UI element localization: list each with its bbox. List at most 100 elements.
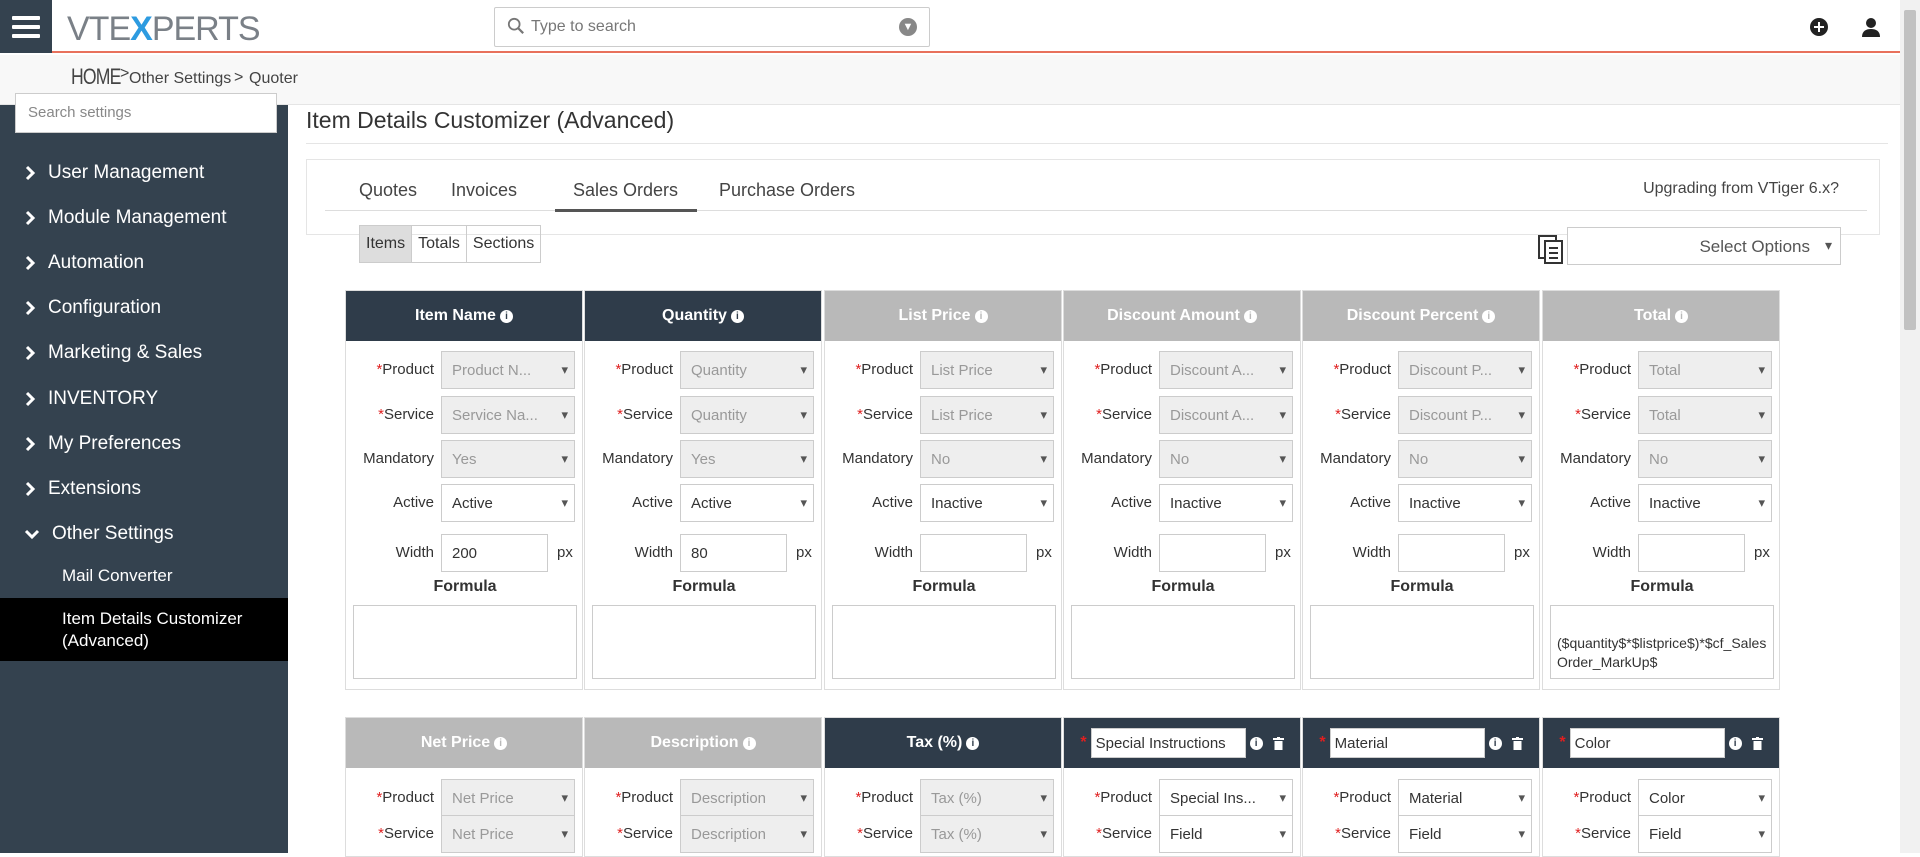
sidebar-item-extensions[interactable]: Extensions: [24, 478, 141, 500]
tab-quotes[interactable]: Quotes: [359, 180, 417, 201]
product-select[interactable]: Product N...: [441, 351, 575, 389]
product-select[interactable]: Material: [1398, 779, 1532, 817]
product-select[interactable]: Net Price: [441, 779, 575, 817]
sidebar-item-my-preferences[interactable]: My Preferences: [24, 433, 181, 455]
info-icon[interactable]: i: [974, 309, 988, 323]
page-scrollbar[interactable]: [1900, 0, 1920, 853]
info-icon[interactable]: i: [1488, 736, 1502, 750]
product-select[interactable]: Discount A...: [1159, 351, 1293, 389]
service-select[interactable]: Discount P...: [1398, 396, 1532, 434]
vtexperts-logo[interactable]: VTEXPERTS: [67, 10, 261, 49]
product-select[interactable]: Color: [1638, 779, 1772, 817]
info-icon[interactable]: i: [1728, 736, 1742, 750]
select-options-dropdown[interactable]: Select Options: [1567, 227, 1841, 265]
mandatory-select[interactable]: Yes: [680, 440, 814, 478]
active-select[interactable]: Active: [680, 484, 814, 522]
sidebar-item-other-settings[interactable]: Other Settings: [24, 523, 173, 545]
width-input[interactable]: [1638, 534, 1745, 572]
service-select[interactable]: Field: [1638, 815, 1772, 853]
product-select[interactable]: Description: [680, 779, 814, 817]
settings-search-input[interactable]: Search settings: [15, 93, 277, 133]
sidebar-item-marketing-sales[interactable]: Marketing & Sales: [24, 342, 202, 364]
sidebar-item-module-management[interactable]: Module Management: [24, 207, 227, 229]
segment-items[interactable]: Items: [360, 226, 413, 262]
trash-icon[interactable]: [1272, 736, 1284, 750]
active-select[interactable]: Inactive: [920, 484, 1054, 522]
active-select[interactable]: Active: [441, 484, 575, 522]
active-select[interactable]: Inactive: [1159, 484, 1293, 522]
sidebar-item-configuration[interactable]: Configuration: [24, 297, 161, 319]
info-icon[interactable]: i: [1249, 736, 1263, 750]
info-icon[interactable]: i: [1482, 309, 1496, 323]
trash-icon[interactable]: [1751, 736, 1763, 750]
service-select[interactable]: Quantity: [680, 396, 814, 434]
product-select[interactable]: Tax (%): [920, 779, 1054, 817]
custom-field-name-input[interactable]: Color: [1569, 728, 1725, 758]
info-icon[interactable]: i: [494, 736, 508, 750]
segment-sections[interactable]: Sections: [467, 226, 540, 262]
formula-textarea[interactable]: [832, 605, 1056, 679]
scrollbar-thumb[interactable]: [1904, 10, 1916, 330]
segment-totals[interactable]: Totals: [412, 226, 467, 262]
width-input[interactable]: 80: [680, 534, 787, 572]
product-select[interactable]: Quantity: [680, 351, 814, 389]
add-icon[interactable]: [1808, 16, 1830, 38]
service-select[interactable]: Description: [680, 815, 814, 853]
service-select[interactable]: Tax (%): [920, 815, 1054, 853]
service-select[interactable]: Discount A...: [1159, 396, 1293, 434]
formula-textarea[interactable]: [1310, 605, 1534, 679]
service-select[interactable]: Field: [1159, 815, 1293, 853]
product-select[interactable]: List Price: [920, 351, 1054, 389]
width-input[interactable]: [1398, 534, 1505, 572]
tab-purchase-orders[interactable]: Purchase Orders: [719, 180, 855, 201]
product-select[interactable]: Discount P...: [1398, 351, 1532, 389]
upgrade-link[interactable]: Upgrading from VTiger 6.x?: [1643, 180, 1839, 198]
service-select[interactable]: Service Na...: [441, 396, 575, 434]
width-input[interactable]: 200: [441, 534, 548, 572]
sidebar-item-user-management[interactable]: User Management: [24, 162, 204, 184]
sidebar-item-inventory[interactable]: INVENTORY: [24, 388, 158, 410]
active-select[interactable]: Inactive: [1638, 484, 1772, 522]
service-select[interactable]: Net Price: [441, 815, 575, 853]
info-icon[interactable]: i: [1243, 309, 1257, 323]
info-icon[interactable]: i: [742, 736, 756, 750]
mandatory-select[interactable]: No: [1638, 440, 1772, 478]
mandatory-select[interactable]: Yes: [441, 440, 575, 478]
product-select[interactable]: Special Ins...: [1159, 779, 1293, 817]
info-icon[interactable]: i: [730, 309, 744, 323]
sidebar-item-automation[interactable]: Automation: [24, 252, 144, 274]
menu-toggle-button[interactable]: [0, 0, 52, 53]
trash-icon[interactable]: [1511, 736, 1523, 750]
breadcrumb-home[interactable]: HOME: [71, 64, 121, 90]
info-icon[interactable]: i: [499, 309, 513, 323]
info-icon[interactable]: i: [1675, 309, 1689, 323]
tab-sales-orders[interactable]: Sales Orders: [573, 180, 678, 201]
breadcrumb-other-settings[interactable]: Other Settings: [129, 70, 231, 88]
formula-textarea[interactable]: [592, 605, 816, 679]
tab-invoices[interactable]: Invoices: [451, 180, 517, 201]
global-search-input[interactable]: Type to search ▼: [494, 7, 930, 47]
active-select[interactable]: Inactive: [1398, 484, 1532, 522]
width-input[interactable]: [1159, 534, 1266, 572]
mandatory-select[interactable]: No: [1398, 440, 1532, 478]
mandatory-select[interactable]: No: [920, 440, 1054, 478]
service-select[interactable]: Total: [1638, 396, 1772, 434]
custom-field-name-input[interactable]: Material: [1329, 728, 1485, 758]
user-icon[interactable]: [1860, 16, 1882, 38]
width-input[interactable]: [920, 534, 1027, 572]
sidebar-subitem-item-details-customizer[interactable]: Item Details Customizer (Advanced): [62, 608, 272, 652]
custom-field-name-input[interactable]: Special Instructions: [1090, 728, 1246, 758]
product-select[interactable]: Total: [1638, 351, 1772, 389]
search-options-chevron-icon[interactable]: ▼: [899, 18, 917, 36]
mandatory-select[interactable]: No: [1159, 440, 1293, 478]
formula-textarea[interactable]: [353, 605, 577, 679]
info-icon[interactable]: i: [966, 736, 980, 750]
formula-textarea[interactable]: [1071, 605, 1295, 679]
service-select[interactable]: Field: [1398, 815, 1532, 853]
copy-icon[interactable]: [1538, 235, 1564, 265]
sidebar-subitem-mail-converter[interactable]: Mail Converter: [62, 566, 173, 586]
column-header: Tax (%) i: [825, 718, 1061, 768]
breadcrumb-quoter[interactable]: Quoter: [249, 70, 298, 88]
service-select[interactable]: List Price: [920, 396, 1054, 434]
formula-textarea[interactable]: ($quantity$*$listprice$)*$cf_SalesOrder_…: [1550, 605, 1774, 679]
